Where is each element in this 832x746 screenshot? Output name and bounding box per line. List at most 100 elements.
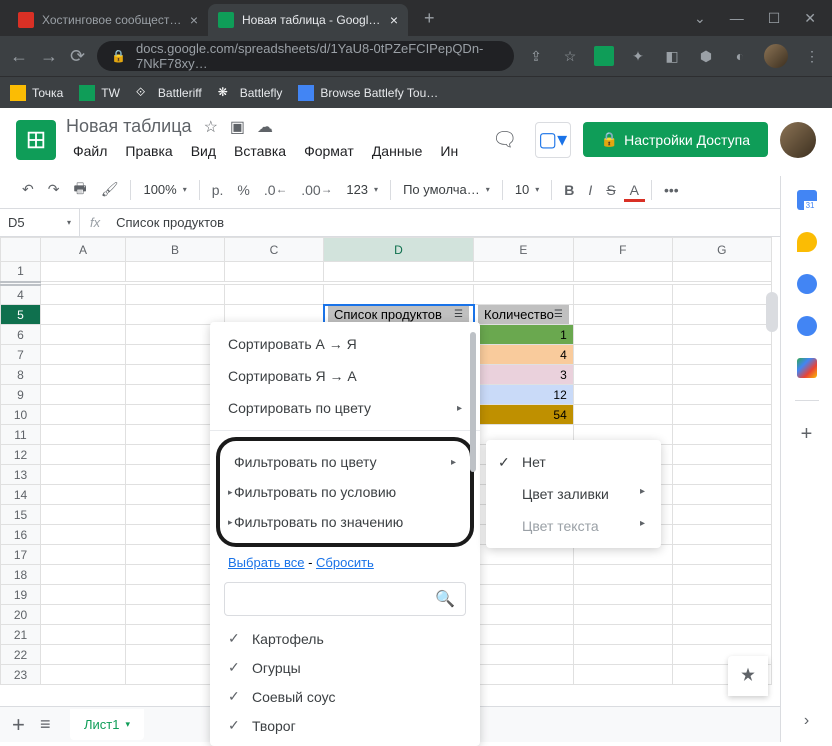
name-box[interactable]: D5▾ xyxy=(0,209,80,236)
add-addon-button[interactable]: + xyxy=(801,423,813,446)
column-header[interactable]: F xyxy=(573,238,672,262)
bookmark-item[interactable]: TW xyxy=(79,85,120,101)
column-header[interactable]: D xyxy=(324,238,474,262)
italic-button[interactable]: I xyxy=(582,178,598,202)
sort-a-to-z[interactable]: Сортировать А → Я xyxy=(210,328,480,360)
font-size-dropdown[interactable]: 10 xyxy=(509,178,545,201)
comments-button[interactable]: 🗨 xyxy=(487,122,523,158)
new-tab-button[interactable]: + xyxy=(416,4,443,33)
move-icon[interactable]: ▣ xyxy=(230,117,245,137)
chevron-down-icon[interactable]: ⌄ xyxy=(694,10,706,27)
scrollbar[interactable] xyxy=(470,332,476,736)
extension-icon[interactable] xyxy=(594,46,614,66)
decrease-decimal-button[interactable]: .0← xyxy=(258,178,293,202)
chevron-down-icon[interactable]: ▾ xyxy=(125,719,130,730)
row-header[interactable]: 22 xyxy=(1,645,41,665)
address-bar[interactable]: 🔒 docs.google.com/spreadsheets/d/1YaU8-0… xyxy=(97,41,514,71)
undo-button[interactable]: ↶ xyxy=(16,177,40,202)
all-sheets-button[interactable]: ≡ xyxy=(40,714,51,735)
filter-icon[interactable]: ☰ xyxy=(554,309,563,320)
bookmark-item[interactable]: ⟐Battleriff xyxy=(136,85,202,101)
column-header[interactable]: C xyxy=(225,238,324,262)
calendar-icon[interactable]: 31 xyxy=(797,190,817,210)
extension-icon[interactable]: ◐ xyxy=(730,46,750,66)
menu-edit[interactable]: Правка xyxy=(118,139,179,163)
add-sheet-button[interactable]: + xyxy=(12,712,25,738)
row-header[interactable]: 5 xyxy=(1,305,41,325)
number-format-dropdown[interactable]: 123 xyxy=(340,178,384,201)
tasks-icon[interactable] xyxy=(797,274,817,294)
zoom-dropdown[interactable]: 100% xyxy=(137,178,192,201)
extension-icon[interactable]: ◧ xyxy=(662,46,682,66)
percent-button[interactable]: % xyxy=(231,178,255,202)
maps-icon[interactable] xyxy=(797,358,817,378)
bookmark-item[interactable]: Browse Battlefy Tou… xyxy=(298,85,438,101)
select-all-link[interactable]: Выбрать все xyxy=(228,555,304,570)
row-header[interactable]: 9 xyxy=(1,385,41,405)
row-header[interactable]: 11 xyxy=(1,425,41,445)
filter-by-color[interactable]: Фильтровать по цвету xyxy=(220,447,470,477)
filter-search[interactable]: 🔍 xyxy=(224,582,466,616)
row-header[interactable]: 10 xyxy=(1,405,41,425)
keep-icon[interactable] xyxy=(797,232,817,252)
star-icon[interactable]: ☆ xyxy=(204,117,218,137)
column-header[interactable]: G xyxy=(672,238,771,262)
strikethrough-button[interactable]: S xyxy=(600,178,621,202)
menu-file[interactable]: Файл xyxy=(66,139,114,163)
bookmark-item[interactable]: Точка xyxy=(10,85,63,101)
row-header[interactable]: 13 xyxy=(1,465,41,485)
maximize-icon[interactable]: ☐ xyxy=(768,10,781,27)
browser-tab-inactive[interactable]: Хостинговое сообщество «Tim × xyxy=(8,4,208,36)
puzzle-icon[interactable]: ✦ xyxy=(628,46,648,66)
sheets-logo[interactable] xyxy=(16,120,56,160)
menu-format[interactable]: Формат xyxy=(297,139,361,163)
filter-search-input[interactable] xyxy=(235,591,435,607)
filter-icon[interactable]: ☰ xyxy=(454,309,463,320)
menu-insert[interactable]: Вставка xyxy=(227,139,293,163)
row-header[interactable]: 6 xyxy=(1,325,41,345)
currency-button[interactable]: р. xyxy=(206,178,230,202)
row-header[interactable]: 20 xyxy=(1,605,41,625)
bold-button[interactable]: B xyxy=(558,178,580,202)
sort-by-color[interactable]: Сортировать по цвету xyxy=(210,392,480,424)
document-title[interactable]: Новая таблица xyxy=(66,116,192,137)
bookmark-item[interactable]: ❋Battlefly xyxy=(218,85,283,101)
row-header[interactable]: 17 xyxy=(1,545,41,565)
explore-button[interactable] xyxy=(728,656,768,696)
paint-format-button[interactable]: 🖌 xyxy=(95,177,125,202)
filter-value-item[interactable]: Соевый соус xyxy=(224,682,466,711)
reset-link[interactable]: Сбросить xyxy=(316,555,374,570)
more-tools-button[interactable]: ••• xyxy=(658,178,685,202)
filter-value-item[interactable]: Картофель xyxy=(224,624,466,653)
submenu-none[interactable]: Нет xyxy=(486,446,661,478)
row-header[interactable]: 1 xyxy=(1,262,41,282)
row-header[interactable]: 16 xyxy=(1,525,41,545)
minimize-icon[interactable]: — xyxy=(730,10,744,27)
row-header[interactable]: 19 xyxy=(1,585,41,605)
contacts-icon[interactable] xyxy=(797,316,817,336)
forward-button[interactable]: → xyxy=(40,46,58,67)
cell-e5[interactable]: Количество☰ xyxy=(474,305,574,325)
row-header[interactable]: 12 xyxy=(1,445,41,465)
formula-input[interactable]: Список продуктов xyxy=(110,215,832,230)
column-header[interactable]: E xyxy=(474,238,574,262)
filter-by-condition[interactable]: Фильтровать по условию xyxy=(220,477,470,507)
sheet-tab[interactable]: Лист1 ▾ xyxy=(70,709,144,740)
column-header[interactable]: B xyxy=(126,238,225,262)
star-icon[interactable]: ☆ xyxy=(560,46,580,66)
present-button[interactable]: ▢▾ xyxy=(535,122,571,158)
shield-icon[interactable]: ⬢ xyxy=(696,46,716,66)
column-header[interactable]: A xyxy=(41,238,126,262)
filter-value-item[interactable]: Творог xyxy=(224,711,466,740)
menu-view[interactable]: Вид xyxy=(184,139,223,163)
close-icon[interactable]: ✕ xyxy=(804,10,816,27)
profile-avatar[interactable] xyxy=(764,44,788,68)
menu-tools[interactable]: Ин xyxy=(433,139,465,163)
row-header[interactable]: 23 xyxy=(1,665,41,685)
browser-tab-active[interactable]: Новая таблица - Google Табли... × xyxy=(208,4,408,36)
row-header[interactable]: 21 xyxy=(1,625,41,645)
row-header[interactable]: 14 xyxy=(1,485,41,505)
kebab-icon[interactable]: ⋮ xyxy=(802,46,822,66)
increase-decimal-button[interactable]: .00→ xyxy=(295,178,338,202)
row-header[interactable]: 15 xyxy=(1,505,41,525)
